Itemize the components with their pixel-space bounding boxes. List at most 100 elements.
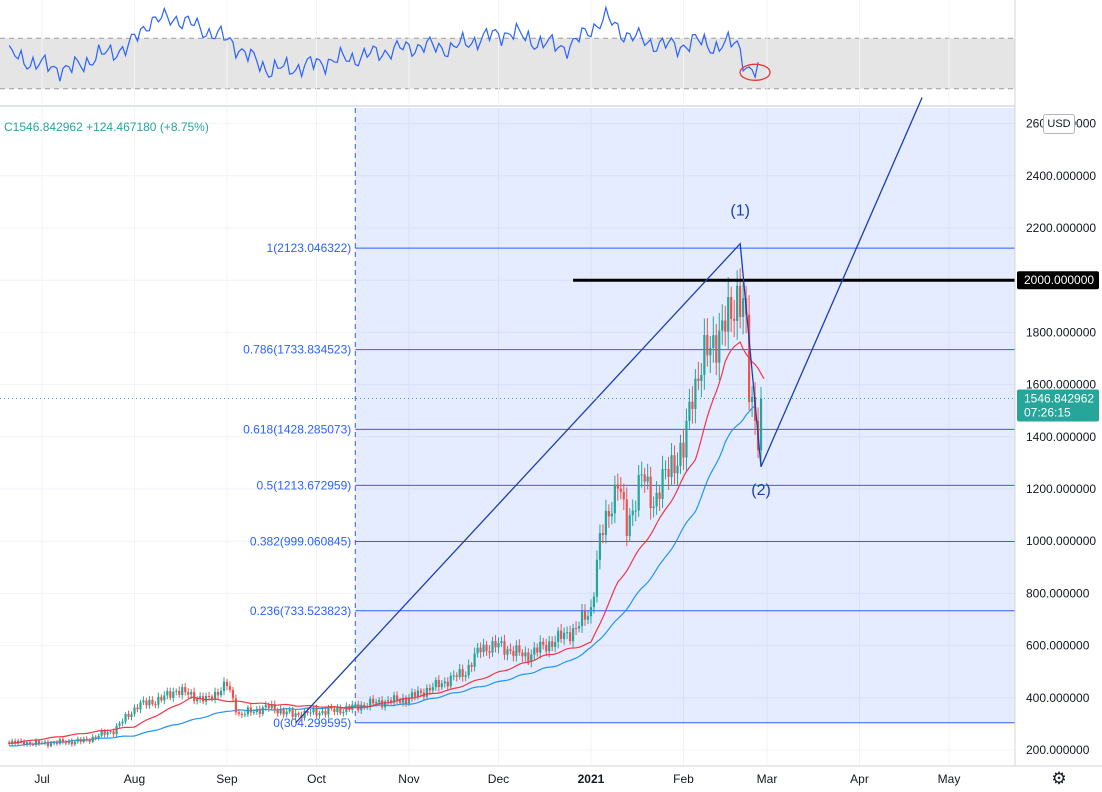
price-y-tick-label: 1800.000000 <box>1026 325 1096 339</box>
candle-body <box>315 708 318 716</box>
x-axis[interactable]: Jul Aug Sep Oct Nov Dec 2021 Feb Mar Apr May <box>0 765 1102 786</box>
candle-body <box>521 652 524 657</box>
candle-body <box>237 712 241 714</box>
candle-body <box>46 741 50 747</box>
fib-retracement-area <box>355 108 1015 723</box>
candle-body <box>139 702 142 710</box>
candle-body <box>172 691 175 698</box>
candle-body <box>94 736 97 739</box>
price-y-tick-label: 200.000000 <box>1026 743 1090 757</box>
candle-body <box>628 515 631 537</box>
candle-body <box>79 739 82 742</box>
candle-body <box>375 702 378 704</box>
candle-body <box>157 696 160 705</box>
candle-body <box>658 492 661 499</box>
candle-body <box>598 533 602 560</box>
fib-level-label: 0.382(999.060845) <box>250 534 351 548</box>
candle-body <box>727 296 730 332</box>
candle-body <box>318 713 321 716</box>
candle-body <box>583 611 587 620</box>
candle-body <box>568 632 572 642</box>
candle-body <box>285 711 288 715</box>
candle-body <box>655 492 658 507</box>
candle-body <box>622 491 625 500</box>
x-tick-label: Aug <box>124 772 145 786</box>
candle-body <box>542 641 545 645</box>
candle-body <box>378 700 381 703</box>
candle-body <box>673 455 676 474</box>
rsi-band <box>0 38 1015 89</box>
candle-body <box>151 699 154 704</box>
candle-body <box>264 705 267 708</box>
candle-body <box>574 628 578 630</box>
last-price-tag[interactable]: 1546.842962 07:26:15 <box>1017 389 1099 422</box>
price-y-tick-label: 1400.000000 <box>1026 430 1096 444</box>
candle-body <box>381 700 384 708</box>
candle-body <box>148 699 151 706</box>
candle-body <box>398 700 402 703</box>
candle-body <box>252 711 255 713</box>
chart-canvas[interactable]: 75.0050.0025.00 1(2123.046322) 0.786(1733… <box>0 0 1102 792</box>
candle-body <box>440 683 443 688</box>
candle-body <box>733 318 736 321</box>
candle-body <box>604 510 607 536</box>
candle-body <box>545 644 548 652</box>
x-tick-label: 2021 <box>578 772 605 786</box>
candle-body <box>670 455 673 477</box>
candle-body <box>386 700 390 702</box>
resistance-tag-label: 2000.000000 <box>1024 273 1094 287</box>
wave-label: (2) <box>751 482 771 499</box>
candle-body <box>58 739 62 744</box>
candle-body <box>136 707 139 710</box>
candle-body <box>49 743 53 747</box>
candle-body <box>736 285 739 321</box>
candle-body <box>312 708 315 713</box>
currency-button[interactable]: USD <box>1043 114 1075 134</box>
candle-body <box>333 708 336 713</box>
candle-body <box>437 679 440 688</box>
candle-body <box>76 739 79 742</box>
candle-body <box>533 647 536 655</box>
price-y-tick-label: 400.000000 <box>1026 691 1090 705</box>
candle-body <box>249 707 252 713</box>
candle-body <box>470 664 473 667</box>
candle-body <box>563 632 566 640</box>
candle-body <box>473 653 476 667</box>
candle-body <box>694 378 697 409</box>
candle-body <box>61 739 64 742</box>
candle-body <box>616 484 619 489</box>
candle-body <box>100 731 103 736</box>
gear-icon[interactable]: ⚙ <box>1048 768 1070 790</box>
candle-body <box>73 741 76 745</box>
candle-body <box>279 709 282 714</box>
candle-body <box>327 707 330 715</box>
candle-body <box>676 465 679 474</box>
candle-body <box>160 696 163 701</box>
candle-body <box>342 712 345 714</box>
candle-body <box>515 645 518 657</box>
candle-body <box>145 700 148 706</box>
candle-body <box>169 691 172 698</box>
candle-body <box>548 641 551 652</box>
resistance-price-tag[interactable]: 2000.000000 <box>1017 271 1099 290</box>
candle-body <box>115 725 118 735</box>
candle-body <box>118 723 121 726</box>
candle-body <box>187 692 190 695</box>
x-tick-label: Apr <box>850 772 869 786</box>
x-axis-ticks: Jul Aug Sep Oct Nov Dec 2021 Feb Mar Apr May <box>34 772 960 786</box>
candle-body <box>82 738 85 742</box>
candle-body <box>103 731 106 735</box>
price-pane: 1(2123.046322) 0.786(1733.834523) 0.618(14… <box>0 97 1015 766</box>
candle-body <box>601 533 605 536</box>
candle-body <box>637 475 640 511</box>
candle-body <box>488 651 491 653</box>
price-y-tick-label: 1200.000000 <box>1026 482 1096 496</box>
candle-body <box>524 652 527 657</box>
candle-body <box>339 707 342 714</box>
candle-body <box>413 692 417 697</box>
candle-body <box>482 644 485 653</box>
candle-body <box>321 711 324 714</box>
candle-body <box>178 690 181 696</box>
candle-body <box>193 692 196 702</box>
candle-body <box>196 698 199 702</box>
